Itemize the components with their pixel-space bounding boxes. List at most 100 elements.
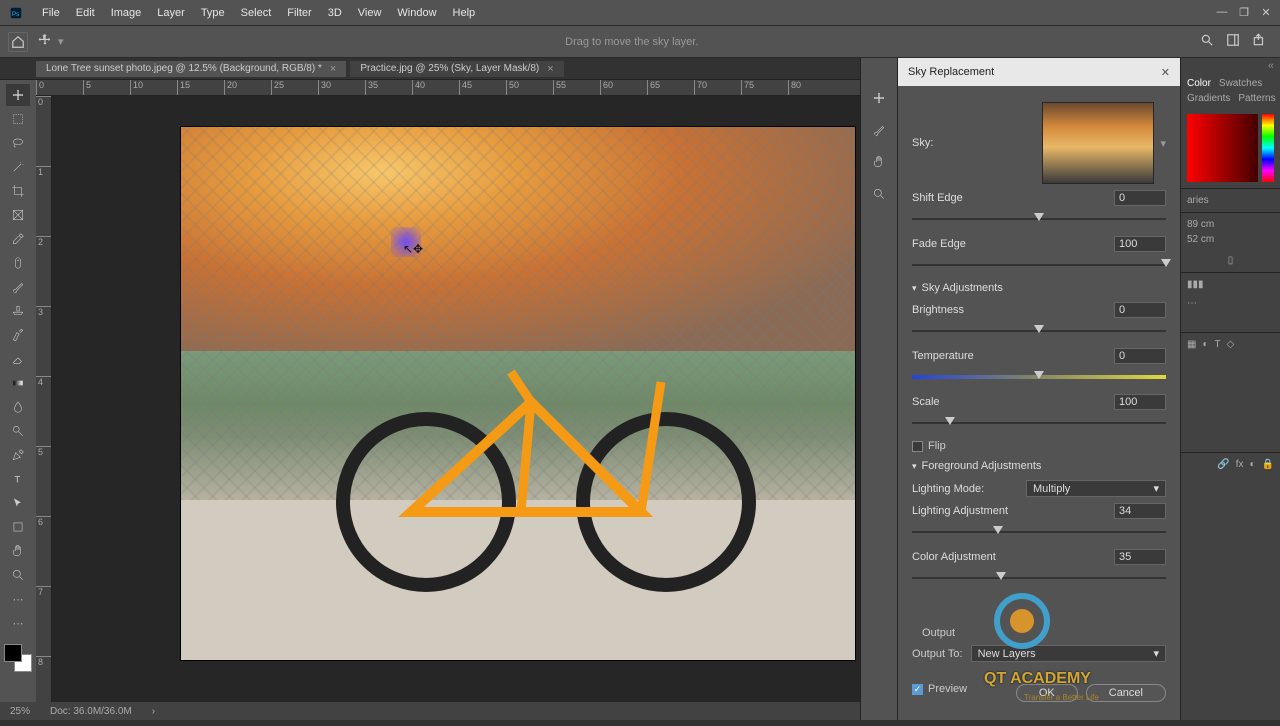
chevron-down-icon[interactable]: ▾	[1160, 137, 1166, 150]
eraser-tool[interactable]	[6, 348, 30, 370]
sky-preset-thumbnail[interactable]	[1042, 102, 1154, 184]
doc-size[interactable]: Doc: 36.0M/36.0M	[50, 706, 132, 717]
hand-tool[interactable]	[6, 540, 30, 562]
foreground-adjustments-section[interactable]: ▾Foreground Adjustments	[912, 460, 1166, 472]
menu-image[interactable]: Image	[103, 7, 150, 19]
layers-panel[interactable]: ▦ ◐ T ◇	[1181, 332, 1280, 452]
libraries-panel[interactable]: aries	[1181, 188, 1280, 212]
color-adjustment-slider[interactable]	[912, 571, 1166, 587]
output-to-select[interactable]: New Layers▾	[971, 645, 1166, 662]
lighting-adjustment-input[interactable]	[1114, 503, 1166, 519]
tab-color[interactable]: Color	[1187, 78, 1211, 89]
tab-gradients[interactable]: Gradients	[1187, 93, 1230, 104]
tab-patterns[interactable]: Patterns	[1238, 93, 1275, 104]
more-icon[interactable]: ⋯	[1187, 298, 1274, 309]
menu-help[interactable]: Help	[445, 7, 484, 19]
scale-slider[interactable]	[912, 416, 1166, 432]
temperature-input[interactable]	[1114, 348, 1166, 364]
menu-3d[interactable]: 3D	[320, 7, 350, 19]
pen-tool[interactable]	[6, 444, 30, 466]
color-field[interactable]	[1187, 114, 1258, 182]
search-icon[interactable]	[1200, 33, 1214, 50]
maximize-button[interactable]: ❐	[1234, 4, 1254, 20]
ok-button[interactable]: OK	[1016, 684, 1078, 702]
brightness-slider[interactable]	[912, 324, 1166, 340]
marquee-tool[interactable]	[6, 108, 30, 130]
zoom-level[interactable]: 25%	[10, 706, 30, 717]
sky-move-tool-icon[interactable]	[869, 88, 889, 108]
menu-select[interactable]: Select	[233, 7, 280, 19]
shape-tool[interactable]	[6, 516, 30, 538]
close-icon[interactable]: ×	[547, 63, 553, 75]
layer-filter-icon[interactable]: ▦	[1187, 339, 1196, 350]
layer-filter-icon[interactable]: T	[1215, 339, 1221, 350]
history-brush-tool[interactable]	[6, 324, 30, 346]
adjustments-panel[interactable]: ▮▮▮ ⋯	[1181, 272, 1280, 332]
crop-tool[interactable]	[6, 180, 30, 202]
menu-window[interactable]: Window	[389, 7, 444, 19]
gradient-tool[interactable]	[6, 372, 30, 394]
dodge-tool[interactable]	[6, 420, 30, 442]
dialog-header[interactable]: Sky Replacement ✕	[898, 58, 1180, 86]
menu-edit[interactable]: Edit	[68, 7, 103, 19]
eyedropper-tool[interactable]	[6, 228, 30, 250]
tab-swatches[interactable]: Swatches	[1219, 78, 1262, 89]
workspace-icon[interactable]	[1226, 33, 1240, 50]
chevron-right-icon[interactable]: ›	[152, 706, 155, 717]
orientation-icon[interactable]: ▯	[1187, 255, 1274, 266]
share-icon[interactable]	[1252, 33, 1266, 50]
type-tool[interactable]: T	[6, 468, 30, 490]
preview-checkbox[interactable]: ✓	[912, 684, 923, 695]
sky-zoom-tool-icon[interactable]	[869, 184, 889, 204]
fade-edge-slider[interactable]	[912, 258, 1166, 274]
link-icon[interactable]: 🔗	[1217, 459, 1229, 470]
brightness-input[interactable]	[1114, 302, 1166, 318]
color-adjustment-input[interactable]	[1114, 549, 1166, 565]
lighting-adjustment-slider[interactable]	[912, 525, 1166, 541]
scale-input[interactable]	[1114, 394, 1166, 410]
lighting-mode-select[interactable]: Multiply▾	[1026, 480, 1166, 497]
layer-filter-icon[interactable]: ◐	[1202, 339, 1208, 350]
document-image[interactable]: ↖✥	[180, 126, 856, 661]
sky-adjustments-section[interactable]: ▾Sky Adjustments	[912, 282, 1166, 294]
shift-edge-slider[interactable]	[912, 212, 1166, 228]
more-icon[interactable]: ⋯	[6, 588, 30, 610]
home-button[interactable]	[8, 32, 28, 52]
mask-icon[interactable]: ◐	[1250, 459, 1256, 470]
healing-brush-tool[interactable]	[6, 252, 30, 274]
color-swatches[interactable]	[4, 644, 32, 672]
tab-lone-tree[interactable]: Lone Tree sunset photo.jpeg @ 12.5% (Bac…	[36, 61, 346, 77]
menu-file[interactable]: File	[34, 7, 68, 19]
fx-icon[interactable]: fx	[1236, 459, 1244, 470]
canvas[interactable]: ↖✥	[52, 96, 860, 702]
shift-edge-input[interactable]	[1114, 190, 1166, 206]
zoom-tool[interactable]	[6, 564, 30, 586]
clone-stamp-tool[interactable]	[6, 300, 30, 322]
sky-brush-tool-icon[interactable]	[869, 120, 889, 140]
sky-hand-tool-icon[interactable]	[869, 152, 889, 172]
minimize-button[interactable]: —	[1212, 4, 1232, 20]
foreground-color[interactable]	[4, 644, 22, 662]
menu-type[interactable]: Type	[193, 7, 233, 19]
menu-filter[interactable]: Filter	[279, 7, 319, 19]
tab-practice[interactable]: Practice.jpg @ 25% (Sky, Layer Mask/8) ×	[350, 61, 563, 77]
menu-layer[interactable]: Layer	[149, 7, 193, 19]
frame-tool[interactable]	[6, 204, 30, 226]
edit-toolbar-icon[interactable]: ⋯	[6, 612, 30, 634]
layer-filter-icon[interactable]: ◇	[1227, 339, 1235, 350]
move-tool-icon[interactable]	[38, 33, 52, 50]
fade-edge-input[interactable]	[1114, 236, 1166, 252]
brush-tool[interactable]	[6, 276, 30, 298]
flip-checkbox[interactable]	[912, 441, 923, 452]
hue-strip[interactable]	[1262, 114, 1274, 182]
histogram-icon[interactable]: ▮▮▮	[1187, 279, 1204, 290]
menu-view[interactable]: View	[350, 7, 390, 19]
close-icon[interactable]: ✕	[1161, 66, 1170, 79]
path-selection-tool[interactable]	[6, 492, 30, 514]
close-button[interactable]: ✕	[1256, 4, 1276, 20]
blur-tool[interactable]	[6, 396, 30, 418]
lasso-tool[interactable]	[6, 132, 30, 154]
magic-wand-tool[interactable]	[6, 156, 30, 178]
cancel-button[interactable]: Cancel	[1086, 684, 1166, 702]
close-icon[interactable]: ×	[330, 63, 336, 75]
